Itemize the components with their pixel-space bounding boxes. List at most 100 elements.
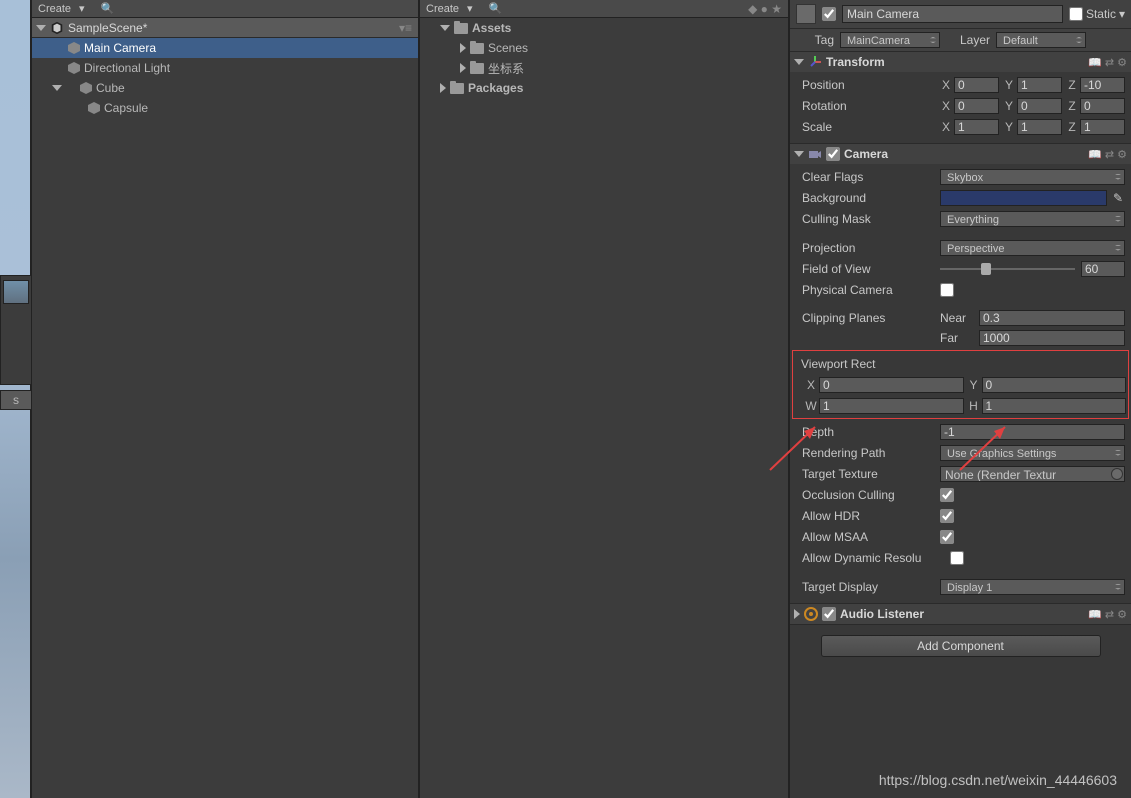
foldout-icon[interactable]	[794, 151, 804, 157]
viewport-w-input[interactable]	[819, 398, 964, 414]
project-create-dropdown-icon[interactable]: ▾	[467, 2, 473, 15]
static-checkbox[interactable]	[1069, 7, 1083, 21]
culling-mask-dropdown[interactable]: Everything	[940, 211, 1125, 227]
camera-component: Camera 📖 ⇄ ⚙ Clear FlagsSkybox Backgroun…	[790, 144, 1131, 604]
fov-input[interactable]	[1081, 261, 1125, 277]
project-item-packages[interactable]: Packages	[420, 78, 788, 98]
foldout-icon[interactable]	[460, 63, 466, 73]
panel-menu-icon[interactable]: ▾≡	[399, 21, 412, 35]
hierarchy-create-button[interactable]: Create	[38, 3, 71, 15]
hierarchy-item-directional-light[interactable]: Directional Light	[32, 58, 418, 78]
rotation-y-input[interactable]	[1017, 98, 1062, 114]
object-picker-icon[interactable]	[1111, 468, 1123, 480]
rotation-z-input[interactable]	[1080, 98, 1125, 114]
project-item-assets[interactable]: Assets	[420, 18, 788, 38]
hierarchy-toolbar: Create ▾ 🔍	[32, 0, 418, 18]
depth-label: Depth	[796, 425, 936, 439]
tag-layer-row: Tag MainCamera Layer Default	[790, 29, 1131, 52]
project-item-scenes[interactable]: Scenes	[420, 38, 788, 58]
camera-header[interactable]: Camera 📖 ⇄ ⚙	[790, 144, 1131, 164]
allow-dynres-checkbox[interactable]	[950, 551, 964, 565]
foldout-icon[interactable]	[460, 43, 466, 53]
target-texture-field[interactable]: None (Render Textur	[940, 466, 1125, 482]
foldout-icon[interactable]	[440, 25, 450, 31]
occlusion-culling-checkbox[interactable]	[940, 488, 954, 502]
physical-camera-checkbox[interactable]	[940, 283, 954, 297]
audio-listener-header[interactable]: Audio Listener 📖 ⇄ ⚙	[790, 604, 1131, 624]
foldout-icon[interactable]	[794, 59, 804, 65]
folder-icon	[470, 63, 484, 74]
allow-msaa-checkbox[interactable]	[940, 530, 954, 544]
left-tab[interactable]: s	[0, 390, 32, 410]
clip-near-input[interactable]	[979, 310, 1125, 326]
scale-z-input[interactable]	[1080, 119, 1125, 135]
component-tools[interactable]: 📖 ⇄ ⚙	[1088, 148, 1127, 161]
gameobject-active-checkbox[interactable]	[822, 7, 836, 21]
viewport-x-label: X	[805, 378, 817, 392]
hierarchy-item-cube[interactable]: Cube	[32, 78, 418, 98]
transform-header[interactable]: Transform 📖 ⇄ ⚙	[790, 52, 1131, 72]
foldout-icon[interactable]	[440, 83, 446, 93]
tag-label: Tag	[796, 33, 834, 47]
clip-far-input[interactable]	[979, 330, 1125, 346]
project-item-label: Scenes	[488, 41, 528, 55]
viewport-y-input[interactable]	[982, 377, 1127, 393]
clipping-planes-label: Clipping Planes	[796, 311, 936, 325]
position-z-input[interactable]	[1080, 77, 1125, 93]
allow-msaa-label: Allow MSAA	[796, 530, 936, 544]
background-label: Background	[796, 191, 936, 205]
foldout-icon[interactable]	[794, 609, 800, 619]
target-display-dropdown[interactable]: Display 1	[940, 579, 1125, 595]
scale-x-input[interactable]	[954, 119, 999, 135]
audio-listener-enabled-checkbox[interactable]	[822, 607, 836, 621]
component-tools[interactable]: 📖 ⇄ ⚙	[1088, 56, 1127, 69]
search-icon[interactable]: 🔍	[101, 2, 115, 15]
add-component-button[interactable]: Add Component	[821, 635, 1101, 657]
project-panel: Create ▾ 🔍 ◆ ● ★ Assets Scenes 坐标系	[420, 0, 790, 798]
allow-dynres-label: Allow Dynamic Resolu	[796, 551, 946, 565]
component-tools[interactable]: 📖 ⇄ ⚙	[1088, 608, 1127, 621]
layer-dropdown[interactable]: Default	[996, 32, 1086, 48]
gameobject-icon[interactable]	[796, 4, 816, 24]
gameobject-name-input[interactable]	[842, 5, 1063, 23]
gameobject-icon	[80, 82, 92, 94]
camera-enabled-checkbox[interactable]	[826, 147, 840, 161]
scale-y-input[interactable]	[1017, 119, 1062, 135]
static-toggle[interactable]: Static ▾	[1069, 7, 1125, 21]
project-item-label: Assets	[472, 21, 511, 35]
audio-icon	[804, 607, 818, 621]
projection-dropdown[interactable]: Perspective	[940, 240, 1125, 256]
fov-slider[interactable]	[940, 268, 1075, 270]
rotation-x-input[interactable]	[954, 98, 999, 114]
project-tree: Assets Scenes 坐标系 Packages	[420, 18, 788, 98]
clear-flags-dropdown[interactable]: Skybox	[940, 169, 1125, 185]
project-create-button[interactable]: Create	[426, 3, 459, 15]
project-toolbar-icons[interactable]: ◆ ● ★	[748, 2, 782, 16]
project-item-label: Packages	[468, 81, 523, 95]
tag-dropdown[interactable]: MainCamera	[840, 32, 940, 48]
foldout-icon[interactable]	[52, 85, 62, 91]
hierarchy-item-main-camera[interactable]: Main Camera	[32, 38, 418, 58]
search-icon[interactable]: 🔍	[489, 2, 503, 15]
position-y-input[interactable]	[1017, 77, 1062, 93]
project-item-coords[interactable]: 坐标系	[420, 58, 788, 78]
foldout-icon[interactable]	[36, 25, 46, 31]
position-x-input[interactable]	[954, 77, 999, 93]
gameobject-icon	[68, 42, 80, 54]
background-color-field[interactable]	[940, 190, 1107, 206]
scale-row: Scale X Y Z	[796, 116, 1125, 137]
hierarchy-create-dropdown-icon[interactable]: ▾	[79, 2, 85, 15]
viewport-rect-label: Viewport Rect	[795, 357, 935, 371]
scene-row[interactable]: SampleScene* ▾≡	[32, 18, 418, 38]
gameobject-icon	[68, 62, 80, 74]
eyedropper-icon[interactable]: ✎	[1111, 191, 1125, 205]
rendering-path-dropdown[interactable]: Use Graphics Settings	[940, 445, 1125, 461]
viewport-h-input[interactable]	[982, 398, 1127, 414]
slider-thumb[interactable]	[981, 263, 991, 275]
hierarchy-item-capsule[interactable]: Capsule	[32, 98, 418, 118]
allow-hdr-checkbox[interactable]	[940, 509, 954, 523]
viewport-x-input[interactable]	[819, 377, 964, 393]
target-texture-label: Target Texture	[796, 467, 936, 481]
depth-input[interactable]	[940, 424, 1125, 440]
axis-x-label: X	[940, 78, 952, 92]
